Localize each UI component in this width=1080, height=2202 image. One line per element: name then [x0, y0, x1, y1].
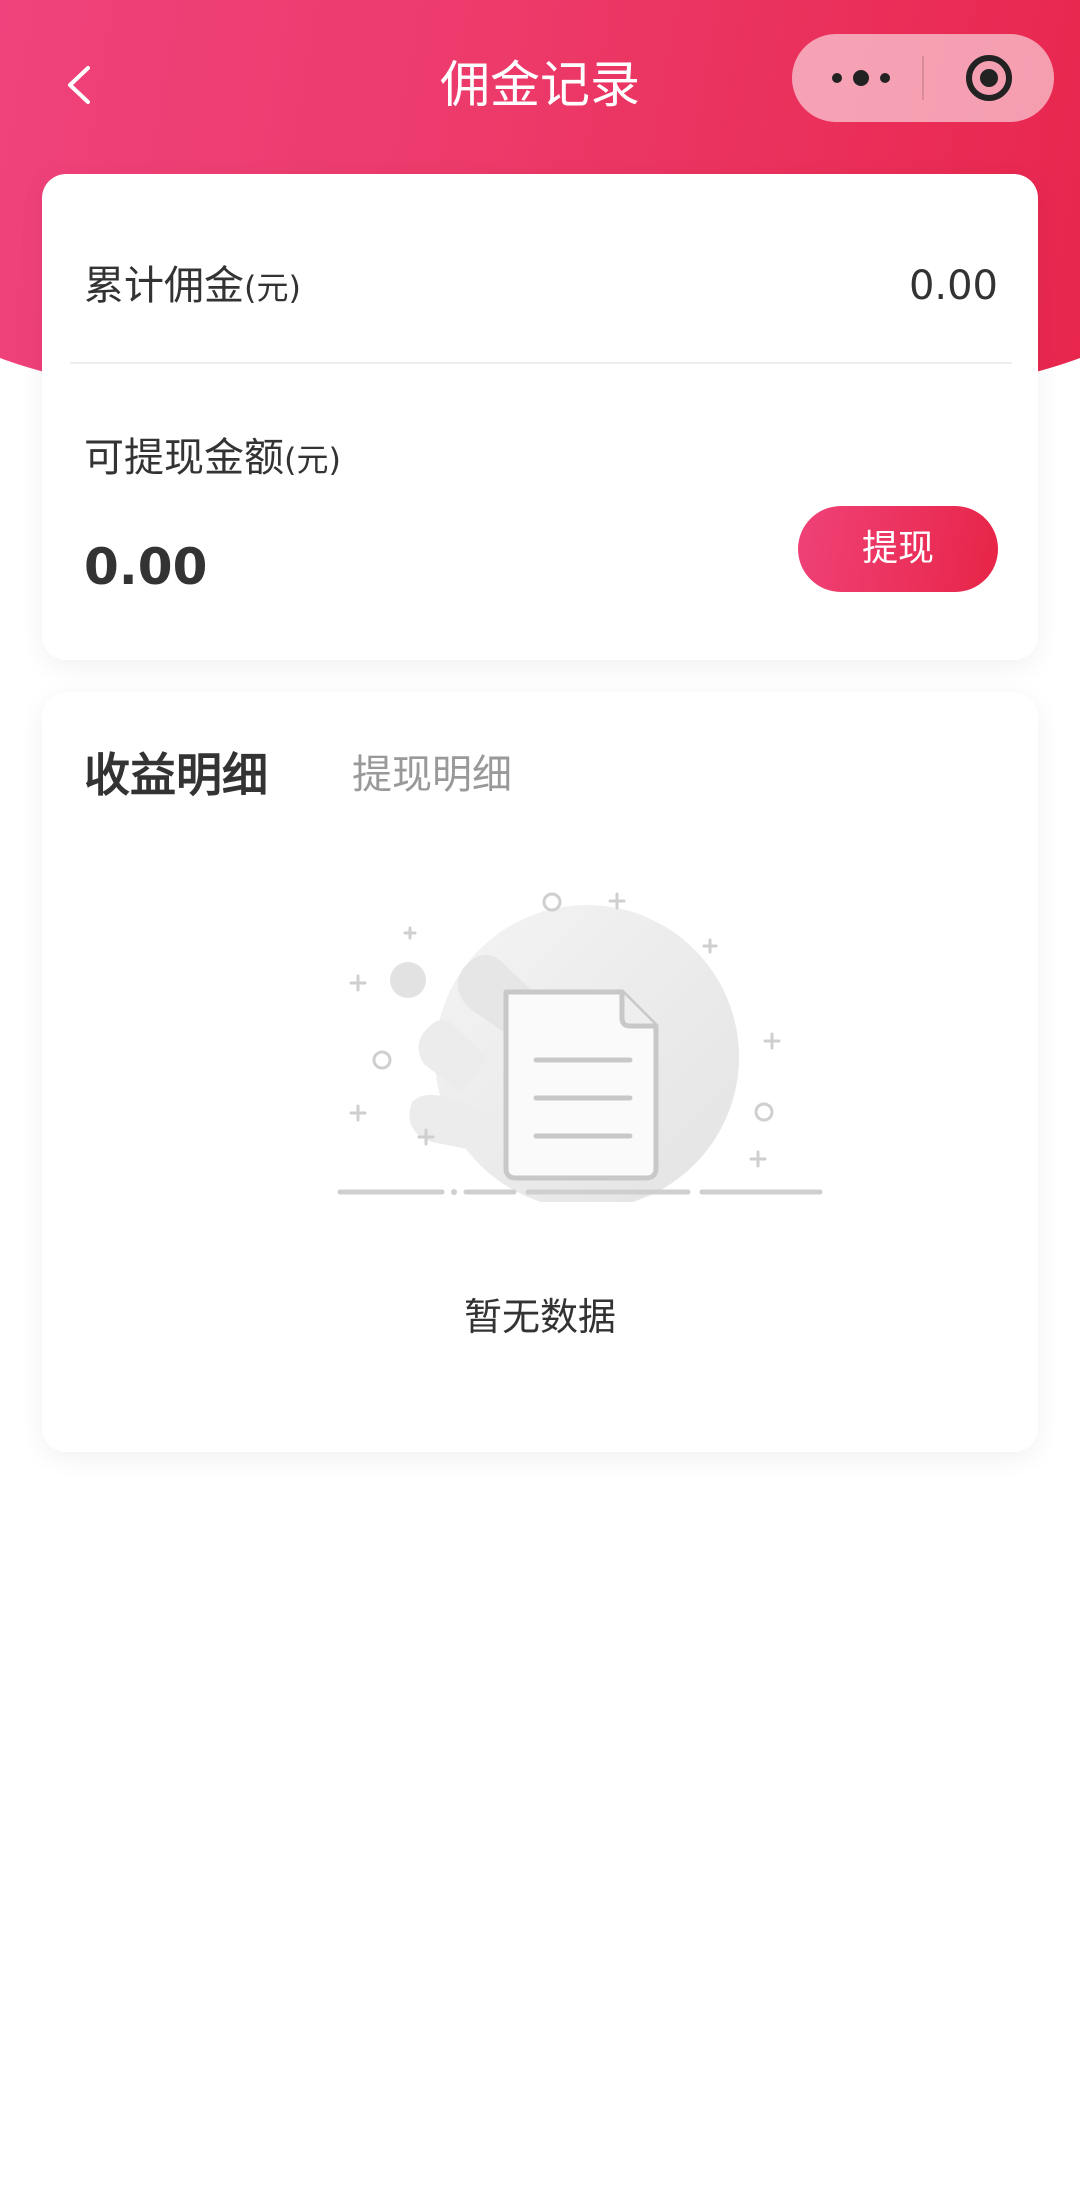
capsule-divider	[922, 56, 924, 100]
empty-state-text: 暂无数据	[463, 1295, 616, 1339]
available-amount-unit: (元)	[284, 441, 341, 479]
more-button[interactable]	[816, 48, 906, 108]
available-amount-label: 可提现金额(元)	[84, 430, 341, 488]
tab-withdraw-details[interactable]: 提现明细	[352, 744, 512, 806]
close-button[interactable]	[944, 48, 1034, 108]
target-circle-icon	[966, 55, 1012, 101]
summary-divider	[70, 362, 1012, 364]
commission-summary-card: 累计佣金(元) 0.00 可提现金额(元) 0.00 提现	[42, 174, 1038, 660]
available-amount-label-text: 可提现金额	[84, 435, 284, 481]
details-card: 收益明细 提现明细 暂无数据	[42, 692, 1038, 1452]
tab-income-details[interactable]: 收益明细	[84, 744, 268, 806]
more-dots-icon	[832, 70, 890, 86]
empty-document-icon	[337, 892, 823, 1202]
total-commission-label: 累计佣金(元)	[84, 258, 301, 316]
total-commission-label-text: 累计佣金	[84, 263, 244, 309]
commission-page: 佣金记录 累计佣金(元) 0.00 可提现金额(元) 0.00 提现 收益明细 …	[0, 0, 1080, 2202]
withdraw-button[interactable]: 提现	[798, 506, 998, 592]
mini-program-capsule	[792, 34, 1054, 122]
total-commission-unit: (元)	[244, 269, 301, 307]
total-commission-value: 0.00	[908, 263, 998, 309]
available-amount-value: 0.00	[84, 538, 208, 596]
